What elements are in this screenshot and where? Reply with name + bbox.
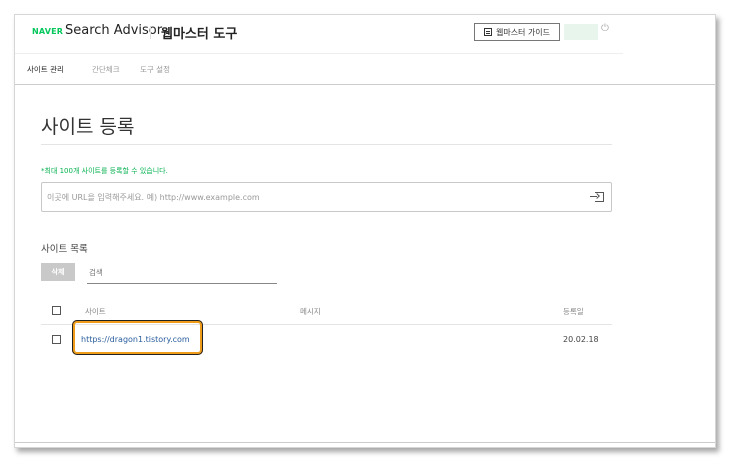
registered-date: 20.02.18 [563,335,599,344]
content-bottom-border [15,442,715,443]
top-header: NAVER Search Advisor 웹마스터 도구 웹마스터 가이드 ⏻ [15,15,715,53]
column-message: 메시지 [300,307,321,316]
book-icon [483,28,492,36]
title-divider [41,144,612,145]
site-list-title: 사이트 목록 [41,244,88,255]
tab-tool-settings[interactable]: 도구 설정 [140,64,170,75]
search-advisor-title[interactable]: Search Advisor [65,23,162,38]
header-divider [150,26,151,39]
submit-url-icon[interactable] [590,192,604,202]
tab-bar: 사이트 관리 간단체크 도구 설정 [15,53,623,84]
select-all-checkbox[interactable] [52,306,61,315]
tab-site-management[interactable]: 사이트 관리 [27,64,64,75]
url-input[interactable]: 이곳에 URL을 입력해주세요. 예) http://www.example.c… [41,182,612,212]
delete-button[interactable]: 삭제 [41,263,75,281]
row-checkbox[interactable] [52,335,61,344]
site-limit-notice: *최대 100개 사이트를 등록할 수 있습니다. [41,167,168,175]
column-date: 등록일 [563,307,584,316]
naver-logo[interactable]: NAVER [32,27,63,36]
webmaster-guide-button[interactable]: 웹마스터 가이드 [474,23,560,41]
power-icon[interactable]: ⏻ [601,23,609,34]
webmaster-guide-label: 웹마스터 가이드 [495,27,551,37]
tab-simple-check[interactable]: 간단체크 [92,64,120,75]
webmaster-tools-title[interactable]: 웹마스터 도구 [161,23,237,42]
user-account-box[interactable] [564,24,598,40]
header-bottom-border [15,84,715,85]
page-title: 사이트 등록 [41,116,135,138]
site-search-input[interactable]: 검색 [87,263,277,284]
browser-frame: NAVER Search Advisor 웹마스터 도구 웹마스터 가이드 ⏻ … [14,14,716,448]
search-placeholder: 검색 [89,268,103,277]
url-input-placeholder: 이곳에 URL을 입력해주세요. 예) http://www.example.c… [47,193,260,202]
highlight-box [72,320,203,355]
column-site: 사이트 [85,307,106,316]
